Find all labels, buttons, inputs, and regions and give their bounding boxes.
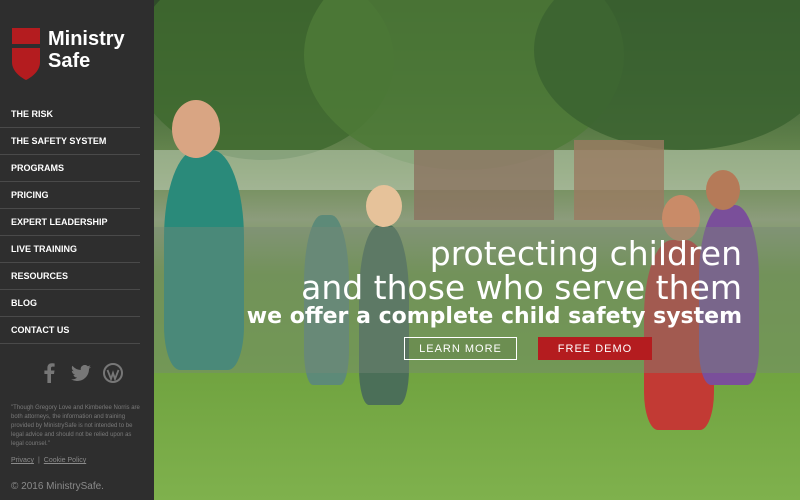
hero-headline: protecting children [429,234,742,273]
shield-logo-icon [12,28,40,80]
free-demo-button[interactable]: FREE DEMO [538,337,652,360]
cookie-policy-link[interactable]: Cookie Policy [44,457,86,464]
nav-item-resources[interactable]: RESOURCES [0,263,140,290]
brand-name-line2: Safe [48,50,91,72]
footer-links: Privacy | Cookie Policy [11,457,86,464]
privacy-link[interactable]: Privacy [11,457,34,464]
facebook-icon[interactable] [38,362,60,384]
wordpress-icon[interactable] [102,362,124,384]
nav-item-blog[interactable]: BLOG [0,290,140,317]
nav-item-expert-leadership[interactable]: EXPERT LEADERSHIP [0,209,140,236]
nav-item-live-training[interactable]: LIVE TRAINING [0,236,140,263]
social-links [38,362,124,384]
hero-headline-line2: and those who serve them [301,268,742,307]
legal-disclaimer: "Though Gregory Love and Kimberlee Norri… [11,405,140,447]
hero-subheadline: we offer a complete child safety system [246,304,742,329]
twitter-icon[interactable] [70,362,92,384]
nav-item-programs[interactable]: PROGRAMS [0,155,140,182]
nav-item-contact-us[interactable]: CONTACT US [0,317,140,344]
sidebar: Ministry Safe THE RISK THE SAFETY SYSTEM… [0,0,154,500]
logo[interactable]: Ministry Safe [12,28,125,80]
link-separator: | [37,457,40,464]
copyright: © 2016 MinistrySafe. [11,481,104,492]
nav-item-pricing[interactable]: PRICING [0,182,140,209]
brand-name-line1: Ministry [48,28,125,50]
main-nav: THE RISK THE SAFETY SYSTEM PROGRAMS PRIC… [0,101,140,344]
nav-item-the-safety-system[interactable]: THE SAFETY SYSTEM [0,128,140,155]
learn-more-button[interactable]: LEARN MORE [404,337,517,360]
nav-item-the-risk[interactable]: THE RISK [0,101,140,128]
